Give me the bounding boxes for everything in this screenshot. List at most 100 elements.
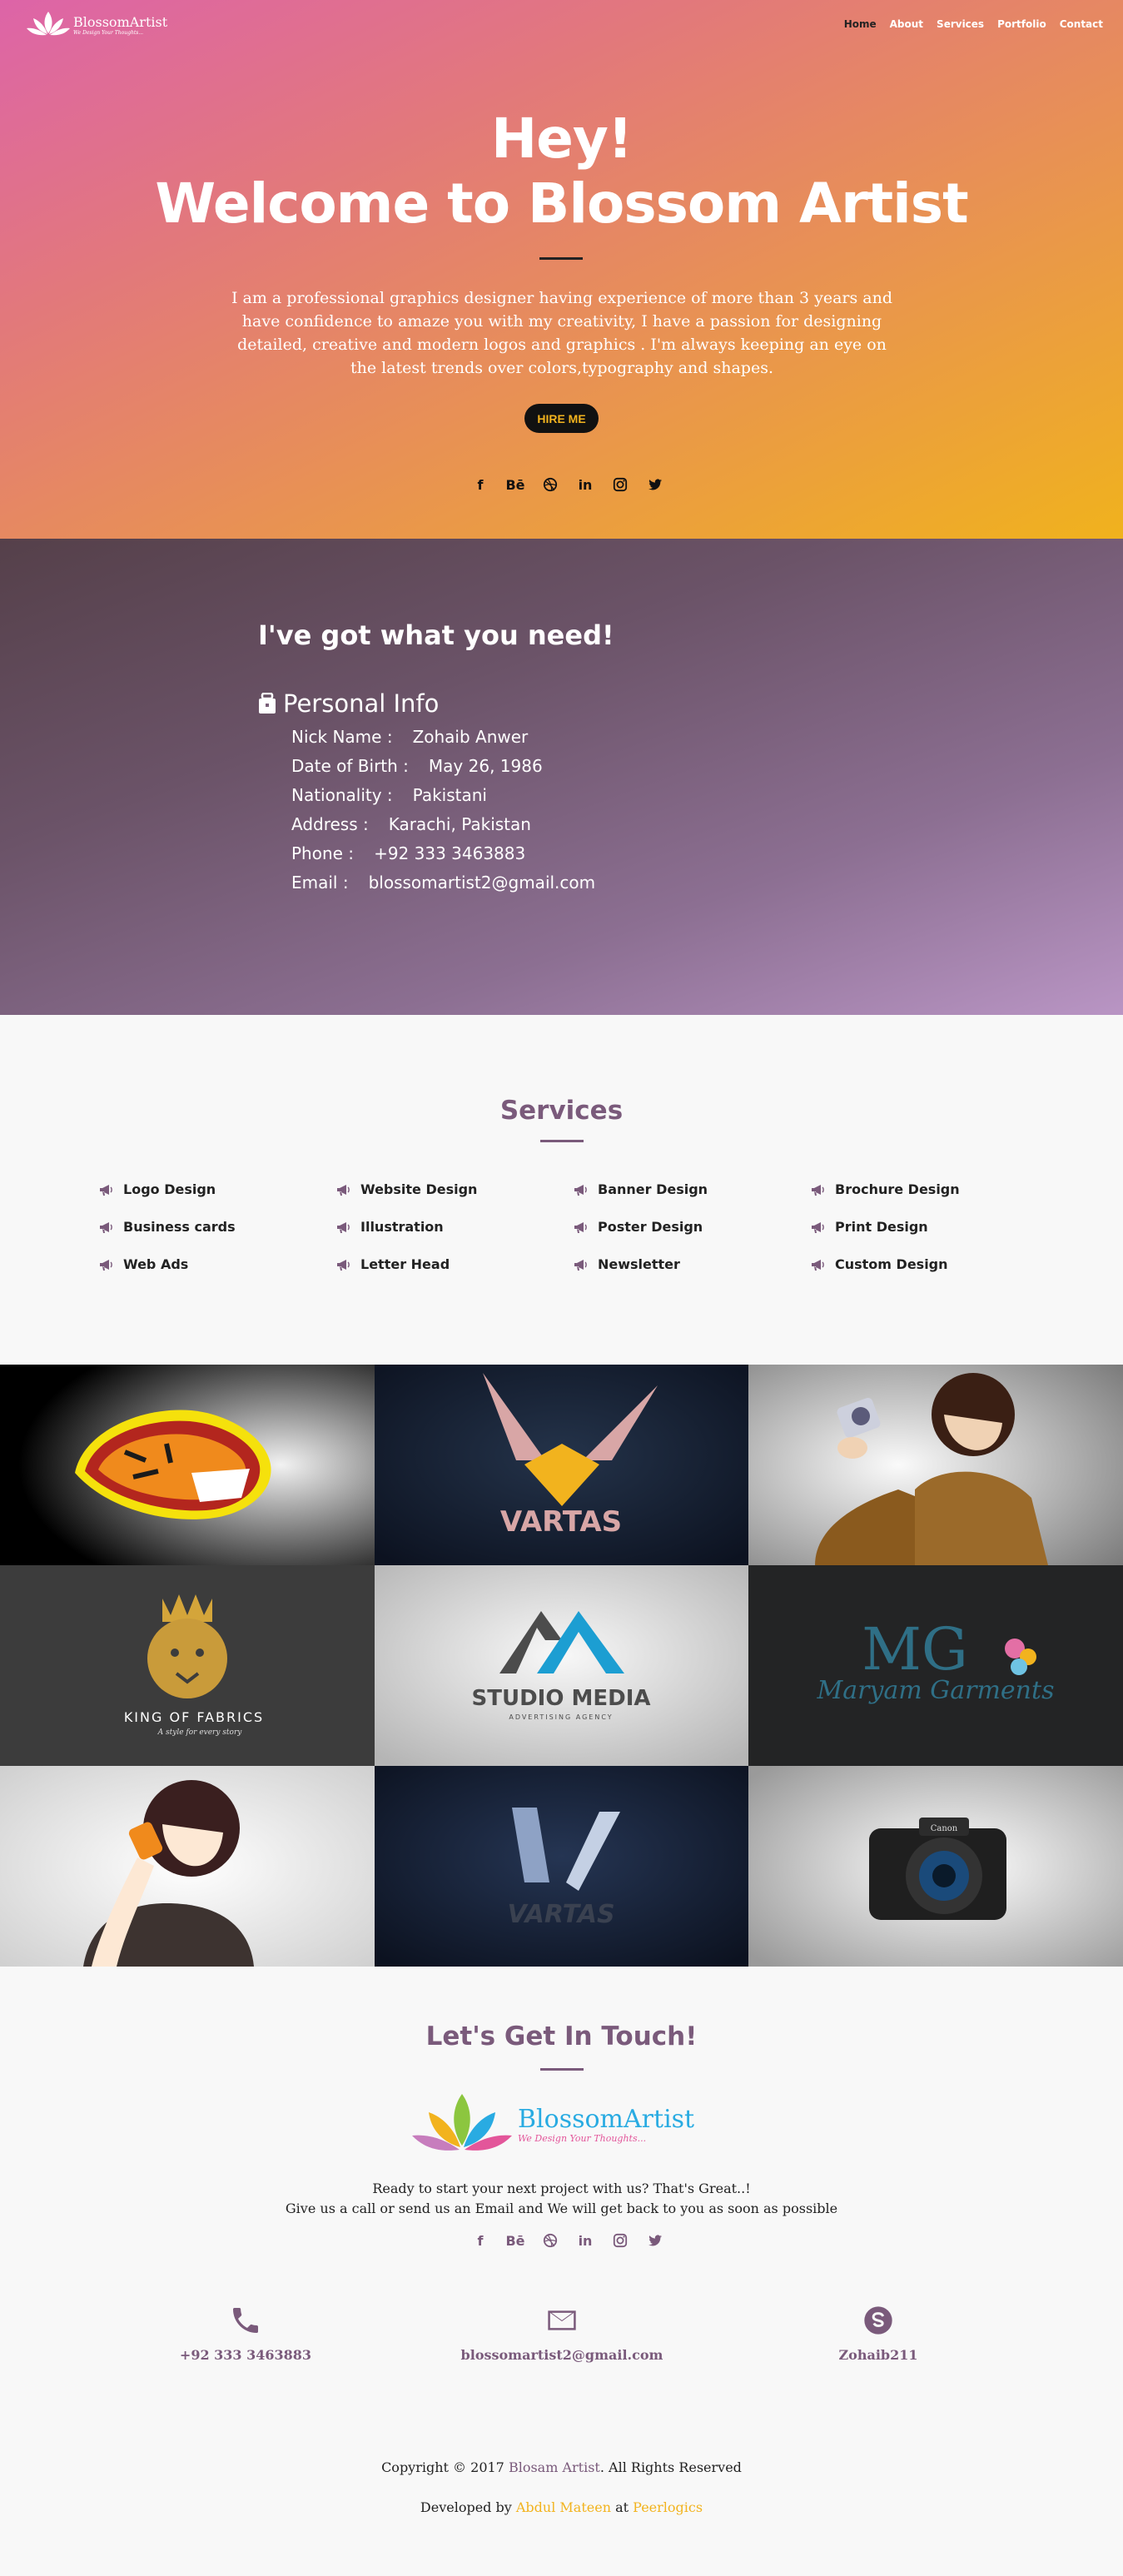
info-row: Address : Karachi, Pakistan — [291, 814, 531, 834]
contact-logo-tagline: We Design Your Thoughts... — [518, 2132, 647, 2144]
bullhorn-icon — [337, 1221, 350, 1233]
service-item: Banner Design — [573, 1181, 708, 1197]
service-label: Website Design — [360, 1181, 478, 1197]
service-label: Web Ads — [123, 1256, 189, 1272]
skype-icon — [864, 2306, 892, 2335]
svg-text:Canon: Canon — [931, 1824, 958, 1833]
service-item: Newsletter — [573, 1256, 680, 1272]
bullhorn-icon — [100, 1184, 112, 1196]
hire-me-button[interactable]: HIRE ME — [524, 404, 599, 433]
dribbble-icon[interactable] — [542, 476, 559, 493]
service-item: Web Ads — [98, 1256, 188, 1272]
service-item: Letter Head — [335, 1256, 450, 1272]
contact-logo: BlossomArtist We Design Your Thoughts... — [408, 2087, 716, 2162]
cta-line2: Give us a call or send us an Email and W… — [285, 2201, 838, 2216]
nav-contact[interactable]: Contact — [1060, 18, 1103, 30]
brand-logo[interactable]: BlossomArtist We Design Your Thoughts... — [25, 8, 167, 42]
hero-social-links: f Bē in — [472, 476, 663, 493]
service-label: Banner Design — [598, 1181, 708, 1197]
service-label: Logo Design — [123, 1181, 216, 1197]
service-item: Print Design — [810, 1219, 928, 1235]
contact-cta: Ready to start your next project with us… — [0, 2179, 1123, 2219]
portfolio-tile-vartas[interactable]: VARTAS — [375, 1365, 748, 1565]
phone-icon — [233, 2308, 258, 2333]
svg-text:STUDIO MEDIA: STUDIO MEDIA — [472, 1686, 651, 1711]
service-item: Poster Design — [573, 1219, 703, 1235]
twitter-icon[interactable] — [647, 476, 663, 493]
behance-icon[interactable]: Bē — [505, 2232, 524, 2249]
personal-info-list: Nick Name : Zohaib Anwer Date of Birth :M… — [291, 723, 595, 898]
personal-info-heading: Personal Info — [258, 689, 439, 718]
dribbble-icon[interactable] — [542, 2232, 559, 2249]
bullhorn-icon — [100, 1221, 112, 1233]
bullhorn-icon — [812, 1184, 824, 1196]
service-item: Website Design — [335, 1181, 477, 1197]
portfolio-tile-tiger[interactable] — [0, 1365, 375, 1565]
contact-social-links: f Bē in — [472, 2232, 663, 2249]
nav-about[interactable]: About — [890, 18, 923, 30]
contact-divider — [540, 2068, 584, 2071]
brand-name: BlossomArtist — [73, 13, 168, 30]
main-menu: Home About Services Portfolio Contact — [844, 18, 1103, 30]
contact-skype[interactable]: Zohaib211 — [795, 2304, 962, 2363]
linkedin-icon[interactable]: in — [577, 2232, 594, 2249]
envelope-icon — [548, 2310, 576, 2330]
nav-portfolio[interactable]: Portfolio — [997, 18, 1046, 30]
services-section: Services Logo Design Website Design Banner… — [0, 1015, 1123, 1365]
bullhorn-icon — [337, 1184, 350, 1196]
service-item: Illustration — [335, 1219, 444, 1235]
suitcase-icon — [259, 693, 276, 714]
portfolio-tile-camera[interactable]: Canon — [748, 1766, 1123, 1967]
facebook-icon[interactable]: f — [472, 476, 489, 493]
service-label: Brochure Design — [835, 1181, 960, 1197]
portfolio-tile-king-of-fabrics[interactable]: KING OF FABRICS A style for every story — [0, 1565, 375, 1766]
service-label: Print Design — [835, 1219, 928, 1235]
developer-company-link[interactable]: Peerlogics — [633, 2499, 703, 2515]
contact-phone[interactable]: +92 333 3463883 — [162, 2304, 329, 2363]
portfolio-grid: VARTAS KING OF FABRICS A style for every… — [0, 1365, 1123, 1967]
bullhorn-icon — [337, 1259, 350, 1271]
linkedin-icon[interactable]: in — [577, 476, 594, 493]
portfolio-tile-maryam-garments[interactable]: MG Maryam Garments — [748, 1565, 1123, 1766]
info-row: Email : blossomartist2@gmail.com — [291, 873, 596, 893]
hero-divider — [539, 257, 583, 260]
svg-text:VARTAS: VARTAS — [500, 1505, 622, 1539]
portfolio-tile-studio-media[interactable]: STUDIO MEDIA ADVERTISING AGENCY — [375, 1565, 748, 1766]
cta-line1: Ready to start your next project with us… — [372, 2181, 751, 2196]
bullhorn-icon — [812, 1259, 824, 1271]
contact-email[interactable]: blossomartist2@gmail.com — [437, 2304, 687, 2363]
portfolio-tile-vartas-2[interactable]: VARTAS — [375, 1766, 748, 1967]
contact-section: Let's Get In Touch! BlossomArtist We Des… — [0, 1967, 1123, 2576]
service-label: Poster Design — [598, 1219, 703, 1235]
services-divider — [540, 1140, 584, 1142]
service-label: Newsletter — [598, 1256, 680, 1272]
info-row: Nick Name : Zohaib Anwer — [291, 727, 529, 747]
hero-line1: Hey! — [490, 107, 633, 171]
contact-skype-text: Zohaib211 — [838, 2347, 918, 2363]
portfolio-tile-photographer[interactable] — [748, 1365, 1123, 1565]
nav-services[interactable]: Services — [937, 18, 984, 30]
service-label: Business cards — [123, 1219, 236, 1235]
facebook-icon[interactable]: f — [472, 2232, 489, 2249]
copyright-brand-link[interactable]: Blosam Artist — [509, 2459, 600, 2475]
svg-text:MG: MG — [862, 1615, 968, 1683]
services-title: Services — [499, 1096, 624, 1126]
nav-home[interactable]: Home — [844, 18, 877, 30]
portfolio-tile-girl-illustration[interactable] — [0, 1766, 375, 1967]
svg-text:A style for every story: A style for every story — [157, 1728, 243, 1737]
instagram-icon[interactable] — [612, 2232, 629, 2249]
developer-name-link[interactable]: Abdul Mateen — [516, 2499, 611, 2515]
twitter-icon[interactable] — [647, 2232, 663, 2249]
about-section: I've got what you need! Personal Info Ni… — [0, 539, 1123, 1015]
copyright-line: Copyright © 2017 Blosam Artist. All Righ… — [381, 2459, 742, 2475]
contact-title: Let's Get In Touch! — [425, 2022, 698, 2051]
behance-icon[interactable]: Bē — [505, 476, 524, 493]
lotus-icon — [27, 12, 70, 36]
bullhorn-icon — [574, 1259, 587, 1271]
service-item: Business cards — [98, 1219, 236, 1235]
instagram-icon[interactable] — [612, 476, 629, 493]
hero-heading: Hey! Welcome to Blossom Artist — [0, 107, 1123, 236]
lotus-logo-icon — [412, 2094, 512, 2151]
hero-line2: Welcome to Blossom Artist — [155, 172, 968, 236]
contact-phone-text: +92 333 3463883 — [179, 2347, 312, 2363]
